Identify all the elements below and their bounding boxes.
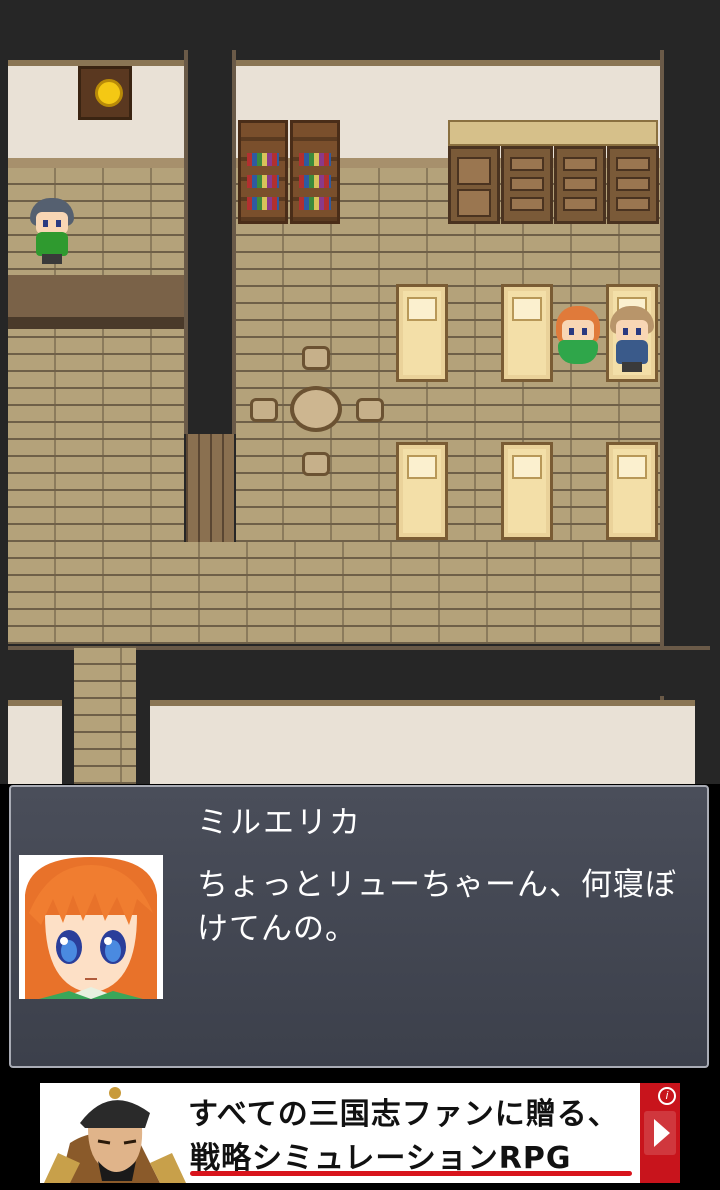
info-icon[interactable]: i [658, 1087, 676, 1105]
drawer-chest[interactable] [607, 146, 659, 224]
ad-underline [190, 1171, 632, 1176]
bed[interactable] [396, 284, 448, 382]
drawer-chest[interactable] [501, 146, 553, 224]
cupboard[interactable] [448, 146, 500, 224]
lower-right-wall [150, 700, 695, 784]
portrait-illustration [19, 855, 163, 999]
stool [302, 452, 330, 476]
ad-banner[interactable]: すべての三国志ファンに贈る、 戦略シミュレーションRPG i [40, 1083, 680, 1183]
stool [302, 346, 330, 370]
bed[interactable] [501, 442, 553, 540]
bookshelf[interactable] [290, 120, 340, 224]
stool [356, 398, 384, 422]
hallway-floor [74, 646, 136, 784]
npc-shopkeeper[interactable] [28, 198, 76, 264]
bottom-wall-left [8, 646, 74, 696]
lower-left-wall [8, 700, 62, 784]
ad-headline: すべての三国志ファンに贈る、 [188, 1097, 619, 1132]
divider-wall [184, 50, 236, 434]
character-milerica[interactable] [554, 306, 602, 372]
bed[interactable] [396, 442, 448, 540]
drawer-chest[interactable] [554, 146, 606, 224]
dialog-message: ちょっとリューちゃーん、何寝ぼけてんの。 [197, 867, 677, 947]
clock-icon [78, 66, 132, 120]
speaker-portrait [19, 855, 163, 999]
cabinet-top [448, 120, 658, 146]
game-map[interactable] [0, 0, 720, 784]
doorway [186, 434, 234, 542]
bed[interactable] [501, 284, 553, 382]
bottom-wall-right [136, 646, 710, 696]
stool [250, 398, 278, 422]
speaker-name: ミルエリカ [197, 805, 362, 841]
bookshelf[interactable] [238, 120, 288, 224]
bed[interactable] [606, 442, 658, 540]
shop-counter [8, 275, 184, 329]
warrior-portrait-icon [40, 1083, 190, 1183]
dialog-box[interactable]: ミルエリカ ちょっとリューちゃーん、何寝ぼけてんの。 [9, 785, 709, 1068]
player-ryu[interactable] [608, 306, 656, 372]
right-wall [660, 50, 710, 700]
lower-floor [8, 542, 660, 644]
round-table[interactable] [290, 386, 342, 432]
